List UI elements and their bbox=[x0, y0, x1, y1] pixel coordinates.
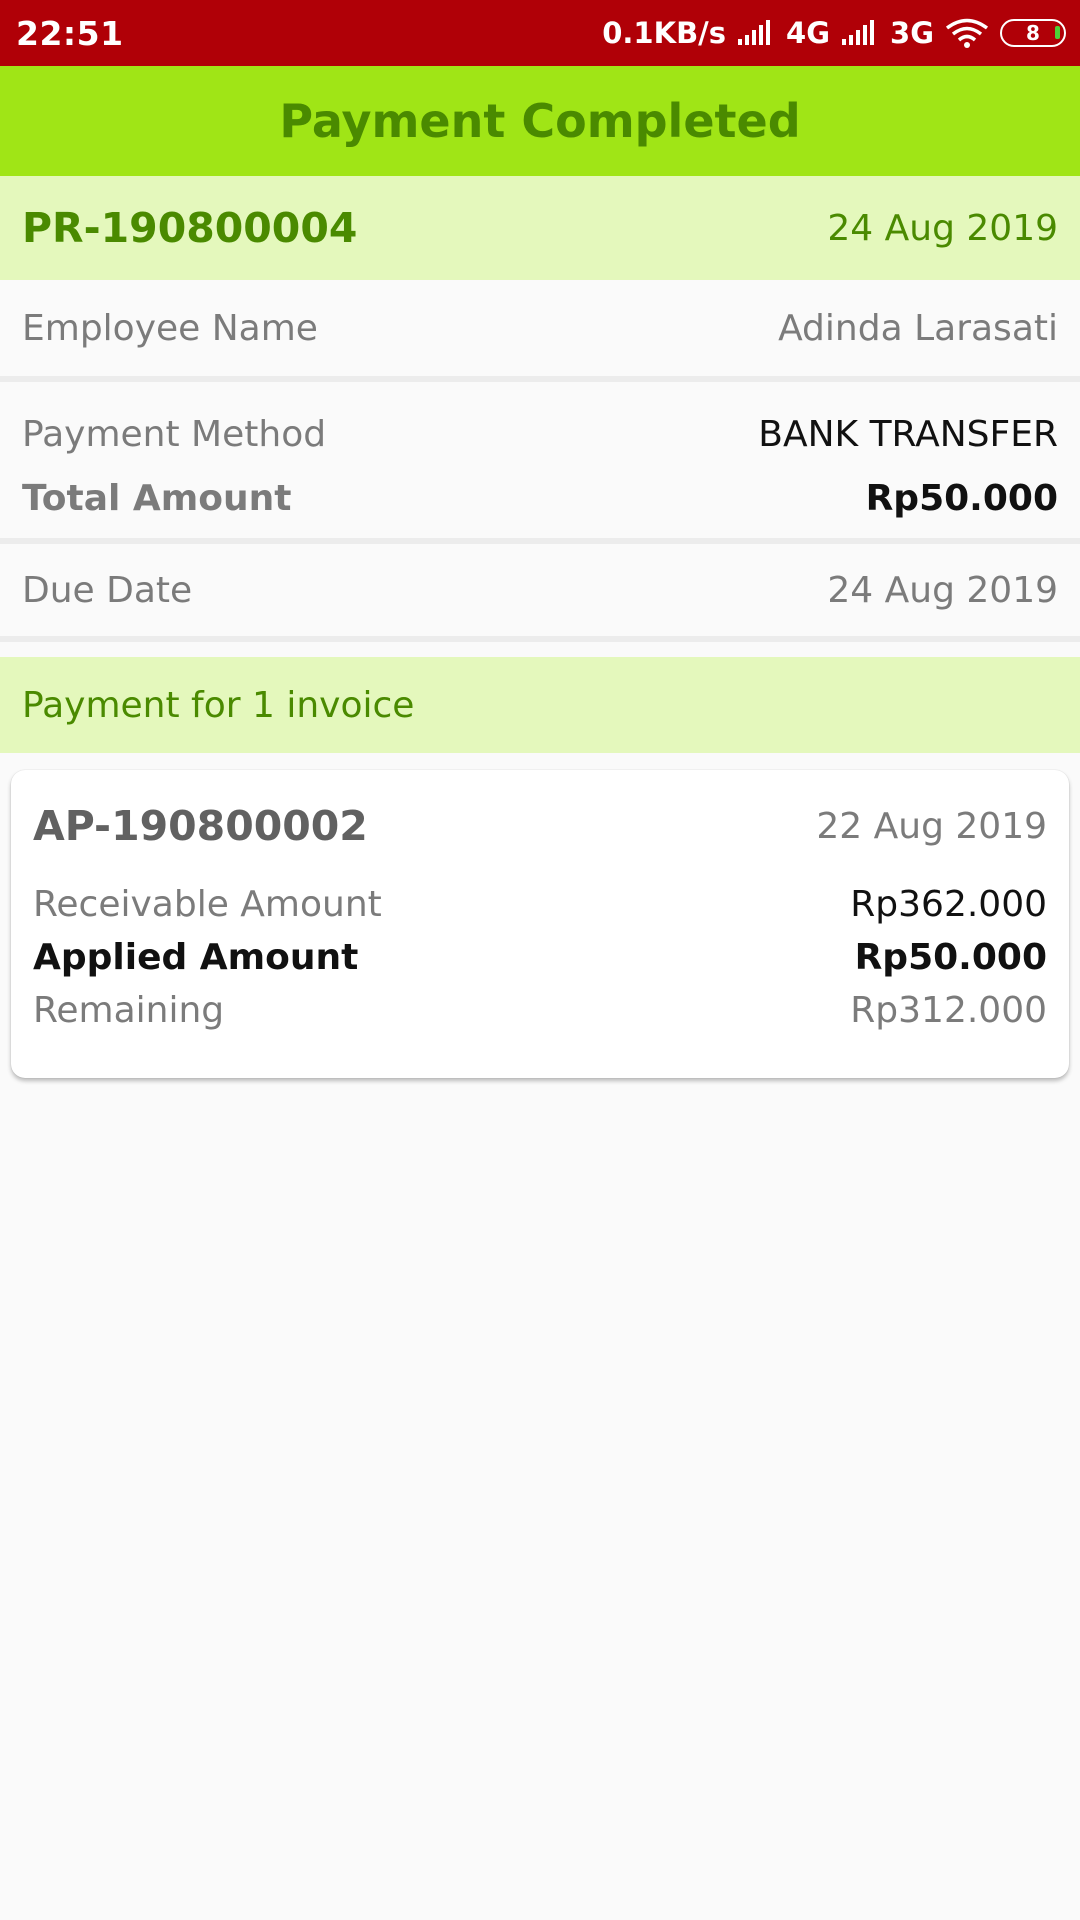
status-icons: 0.1KB/s 4G 3G 8 bbox=[602, 0, 1066, 66]
status-bar: 22:51 0.1KB/s 4G 3G 8 bbox=[0, 0, 1080, 66]
receivable-value: Rp362.000 bbox=[850, 884, 1047, 925]
applied-value: Rp50.000 bbox=[854, 937, 1047, 978]
battery-level: 8 bbox=[1026, 21, 1040, 45]
invoice-number: AP-190800002 bbox=[33, 802, 368, 850]
battery-icon: 8 bbox=[1000, 19, 1066, 47]
network-speed: 0.1KB/s bbox=[602, 16, 727, 50]
signal-icon bbox=[840, 19, 880, 47]
invoice-card[interactable]: AP-190800002 22 Aug 2019 Receivable Amou… bbox=[11, 770, 1069, 1078]
payment-header: PR-190800004 24 Aug 2019 bbox=[0, 176, 1080, 280]
status-time: 22:51 bbox=[16, 14, 124, 53]
receivable-label: Receivable Amount bbox=[33, 884, 382, 925]
payment-date: 24 Aug 2019 bbox=[827, 207, 1058, 249]
sim1-network-type: 4G bbox=[786, 16, 831, 50]
method-label: Payment Method bbox=[22, 413, 327, 455]
invoice-count-label: Payment for 1 invoice bbox=[22, 684, 415, 726]
page-title: Payment Completed bbox=[279, 94, 801, 148]
due-date-row: Due Date 24 Aug 2019 bbox=[0, 544, 1080, 636]
remaining-value: Rp312.000 bbox=[850, 990, 1047, 1031]
invoice-section-header: Payment for 1 invoice bbox=[0, 657, 1080, 753]
payment-method-group: Payment Method BANK TRANSFER Total Amoun… bbox=[0, 382, 1080, 540]
applied-label: Applied Amount bbox=[33, 937, 359, 978]
total-label: Total Amount bbox=[22, 477, 292, 519]
payment-number: PR-190800004 bbox=[22, 204, 358, 252]
method-value: BANK TRANSFER bbox=[758, 413, 1058, 455]
signal-icon bbox=[736, 19, 776, 47]
invoice-date: 22 Aug 2019 bbox=[816, 805, 1047, 847]
employee-value: Adinda Larasati bbox=[778, 307, 1058, 349]
divider bbox=[0, 636, 1080, 642]
sim2-network-type: 3G bbox=[890, 16, 934, 50]
due-date-value: 24 Aug 2019 bbox=[827, 569, 1058, 611]
employee-row: Employee Name Adinda Larasati bbox=[0, 280, 1080, 376]
title-bar: Payment Completed bbox=[0, 66, 1080, 176]
due-date-label: Due Date bbox=[22, 569, 193, 611]
wifi-icon bbox=[944, 17, 990, 49]
remaining-label: Remaining bbox=[33, 990, 225, 1031]
employee-label: Employee Name bbox=[22, 307, 318, 349]
total-value: Rp50.000 bbox=[865, 477, 1058, 519]
